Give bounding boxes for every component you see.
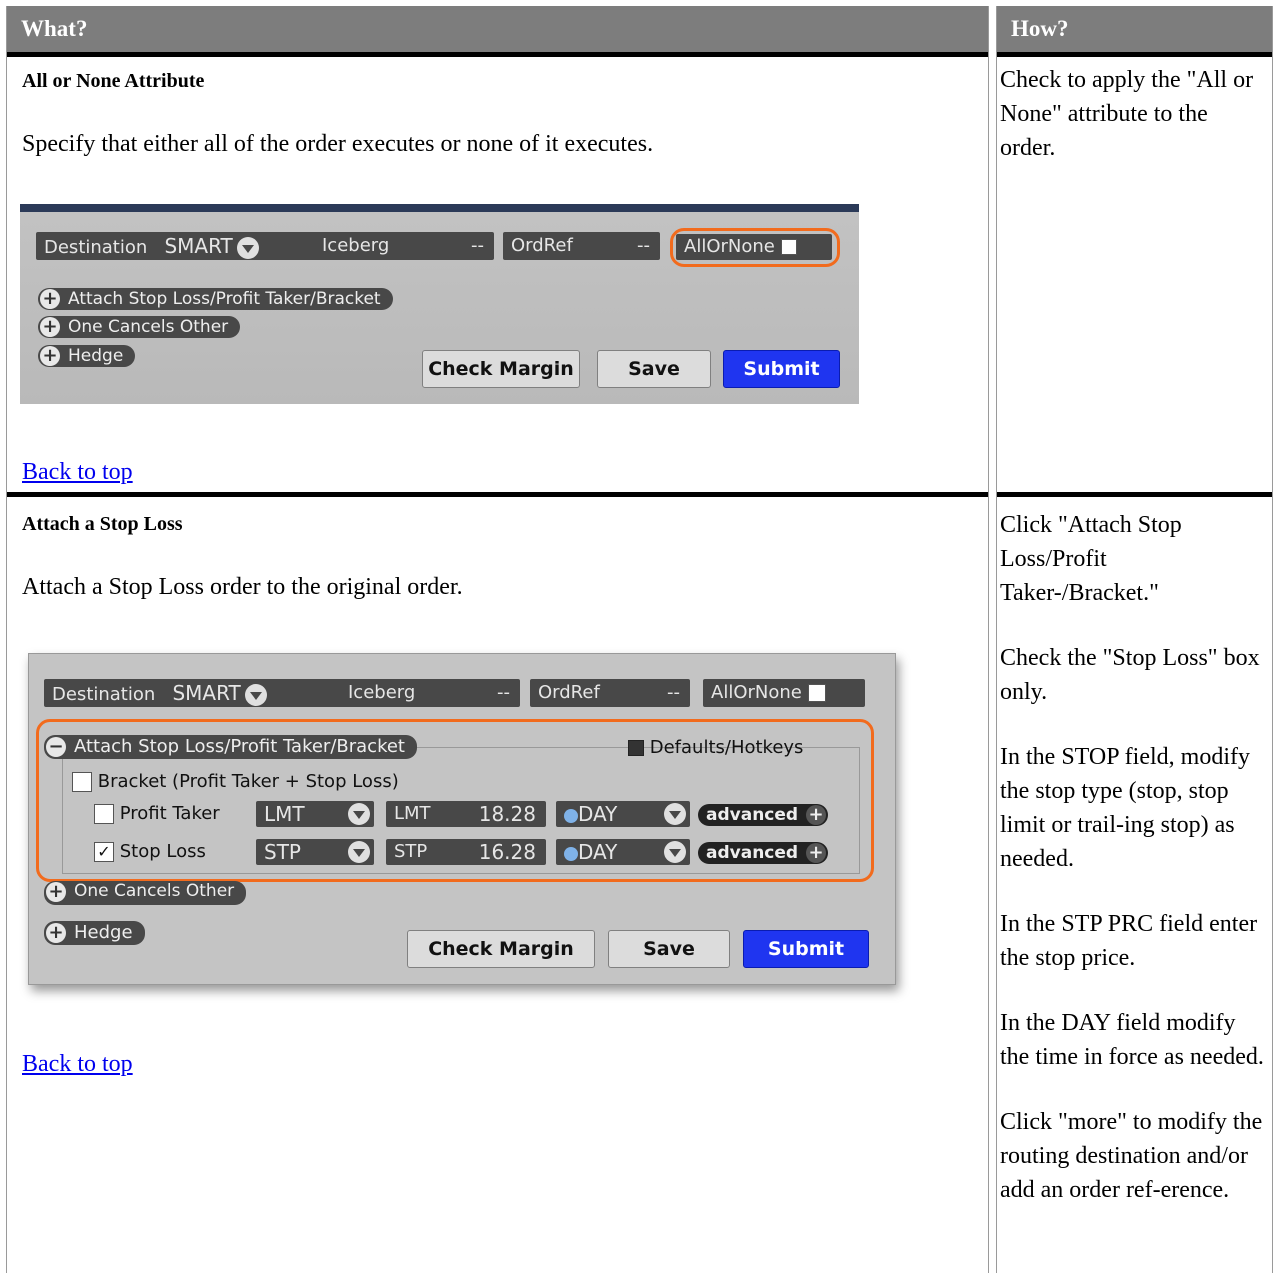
column-divider — [988, 6, 989, 1273]
stop-loss-checkbox[interactable]: ✓ — [94, 842, 114, 862]
back-to-top-link[interactable]: Back to top — [22, 459, 133, 486]
row1-title: All or None Attribute — [22, 70, 205, 92]
row2-how-step: In the STOP field, modify the stop type … — [1000, 744, 1250, 872]
row2-description: Attach a Stop Loss order to the original… — [22, 574, 463, 600]
profit-advanced-button[interactable]: advanced + — [698, 804, 829, 826]
attach-bracket-button[interactable]: + Attach Stop Loss/Profit Taker/Bracket — [38, 288, 393, 310]
row2-how-step: In the STP PRC field enter the stop pric… — [1000, 911, 1258, 971]
bracket-option[interactable]: Bracket (Profit Taker + Stop Loss) — [72, 771, 399, 792]
profit-type-select[interactable]: LMT — [256, 801, 374, 827]
row2-how-step: Click "more" to modify the routing desti… — [1000, 1109, 1263, 1203]
row1-screenshot: Destination SMART Iceberg -- OrdRef -- All… — [20, 204, 859, 404]
back-to-top-link[interactable]: Back to top — [22, 1051, 133, 1078]
submit-button[interactable]: Submit — [723, 350, 840, 388]
table-border-right — [1272, 6, 1273, 1273]
stop-loss-option[interactable]: ✓ Stop Loss — [94, 841, 206, 862]
profit-taker-checkbox[interactable] — [94, 804, 114, 824]
ordref-field[interactable]: OrdRef -- — [503, 232, 660, 260]
row1-how: Check to apply the "All or None" attribu… — [1000, 63, 1268, 196]
chevron-down-icon — [664, 803, 686, 825]
plus-icon: + — [46, 882, 66, 902]
attach-bracket-button[interactable]: − Attach Stop Loss/Profit Taker/Bracket — [44, 735, 417, 759]
allornone-field[interactable]: AllOrNone — [676, 234, 832, 260]
plus-icon: + — [46, 923, 66, 943]
header-rule — [7, 52, 988, 57]
defaults-hotkeys-link[interactable]: Defaults/Hotkeys — [628, 737, 803, 758]
chevron-down-icon — [244, 684, 267, 706]
save-button[interactable]: Save — [608, 930, 730, 968]
stop-advanced-button[interactable]: advanced + — [698, 842, 829, 864]
row2-how-step: In the DAY field modify the time in forc… — [1000, 1010, 1264, 1070]
oco-button[interactable]: + One Cancels Other — [44, 881, 247, 905]
clock-icon — [564, 846, 578, 861]
row2-screenshot: Destination SMART Iceberg -- OrdRef -- All… — [22, 653, 902, 998]
plus-icon: + — [40, 317, 60, 337]
allornone-checkbox[interactable] — [780, 239, 797, 255]
clock-icon — [564, 808, 578, 823]
iceberg-field[interactable]: Iceberg -- — [314, 232, 494, 260]
row1-description: Specify that either all of the order exe… — [22, 131, 654, 157]
profit-tif-select[interactable]: DAY — [556, 801, 690, 827]
submit-button[interactable]: Submit — [743, 930, 869, 968]
plus-icon: + — [806, 843, 827, 863]
chevron-down-icon — [348, 803, 370, 825]
table-border-left — [6, 6, 7, 1273]
hedge-button[interactable]: + Hedge — [38, 345, 136, 367]
chevron-down-icon — [664, 841, 686, 863]
plus-icon: + — [806, 805, 827, 825]
destination-field[interactable]: Destination SMART — [44, 679, 354, 707]
row2-how: Click "Attach Stop Loss/Profit Taker-/Br… — [1000, 508, 1268, 1238]
allornone-checkbox[interactable] — [807, 684, 826, 702]
destination-field[interactable]: Destination SMART — [36, 232, 326, 260]
stop-type-select[interactable]: STP — [256, 839, 374, 865]
column-divider-2 — [996, 6, 997, 1273]
row-divider-how — [997, 492, 1272, 497]
header-how: How? — [997, 6, 1272, 52]
row2-title: Attach a Stop Loss — [22, 513, 183, 535]
iceberg-field[interactable]: Iceberg -- — [340, 679, 520, 707]
stop-price-field[interactable]: STP 16.28 — [386, 839, 546, 865]
hedge-button[interactable]: + Hedge — [44, 921, 145, 945]
check-margin-button[interactable]: Check Margin — [422, 350, 580, 388]
ordref-field[interactable]: OrdRef -- — [530, 679, 690, 707]
profit-price-field[interactable]: LMT 18.28 — [386, 801, 546, 827]
profit-taker-option[interactable]: Profit Taker — [94, 803, 220, 824]
row-divider — [7, 492, 988, 497]
allornone-field[interactable]: AllOrNone — [703, 679, 865, 707]
save-button[interactable]: Save — [597, 350, 711, 388]
row1-how-text: Check to apply the "All or None" attribu… — [1000, 67, 1254, 161]
chevron-down-icon — [236, 237, 259, 259]
oco-button[interactable]: + One Cancels Other — [38, 316, 241, 338]
header-rule-how — [997, 52, 1272, 57]
stop-tif-select[interactable]: DAY — [556, 839, 690, 865]
plus-icon: + — [40, 289, 60, 309]
header-what: What? — [7, 6, 988, 52]
save-icon — [628, 740, 644, 756]
row2-how-step: Click "Attach Stop Loss/Profit Taker-/Br… — [1000, 512, 1182, 606]
row2-how-step: Check the "Stop Loss" box only. — [1000, 645, 1260, 705]
check-margin-button[interactable]: Check Margin — [407, 930, 595, 968]
plus-icon: + — [40, 346, 60, 366]
bracket-checkbox[interactable] — [72, 772, 92, 792]
minus-icon: − — [46, 737, 66, 757]
chevron-down-icon — [348, 841, 370, 863]
